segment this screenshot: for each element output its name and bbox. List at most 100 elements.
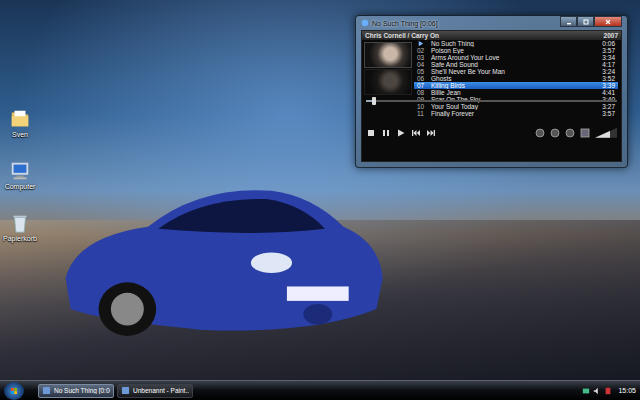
windows-logo-icon <box>9 386 19 396</box>
desktop-screen: Sven Computer Papierkorb No Such Thing [0:0… <box>0 0 640 400</box>
album-header: Chris Cornell / Carry On 2007 <box>362 31 621 40</box>
track-number: 10 <box>417 103 427 110</box>
track-time: 3:57 <box>602 110 615 117</box>
title-bar[interactable]: No Such Thing [0:06] <box>361 16 622 30</box>
stop-icon[interactable] <box>366 128 376 138</box>
track-title: Poison Eye <box>431 47 598 54</box>
track-time: 3:57 <box>602 47 615 54</box>
volume-fill <box>595 128 610 138</box>
album-art <box>364 42 412 68</box>
seek-track <box>366 100 617 102</box>
taskbar-buttons: No Such Thing [0:06] Unbenannt - Paint... <box>38 384 578 398</box>
maximize-icon <box>581 18 591 26</box>
desktop-icons: Sven Computer Papierkorb <box>2 108 38 242</box>
track-time: 3:27 <box>602 103 615 110</box>
clock: 15:05 <box>618 387 636 394</box>
track-row[interactable]: 10 Your Soul Today 3:27 <box>414 103 618 110</box>
player-content: No Such Thing0:0602 Poison Eye 3:57 03 Arms … <box>362 40 621 97</box>
shuffle-icon[interactable] <box>550 128 560 138</box>
track-title: Finally Forever <box>431 110 598 117</box>
track-number: 07 <box>417 82 427 89</box>
close-button[interactable] <box>594 16 622 27</box>
app-icon <box>361 19 369 27</box>
playlist-icon[interactable] <box>565 128 575 138</box>
pause-icon[interactable] <box>381 128 391 138</box>
seek-bar[interactable] <box>362 97 621 105</box>
album-art-reflection <box>364 69 412 95</box>
track-row[interactable]: 11 Finally Forever 3:57 <box>414 110 618 117</box>
desktop-icon-label: Sven <box>12 131 28 138</box>
taskbar-button[interactable]: No Such Thing [0:06] <box>38 384 114 398</box>
playlist: No Such Thing0:0602 Poison Eye 3:57 03 Arms … <box>414 40 621 97</box>
artist-album: Chris Cornell / Carry On <box>365 32 439 39</box>
volume-slider[interactable] <box>595 128 617 138</box>
desktop-icon[interactable]: Computer <box>2 160 38 190</box>
next-icon[interactable] <box>426 128 436 138</box>
desktop-icon-label: Computer <box>5 183 36 190</box>
window-buttons <box>560 16 622 27</box>
track-time: 3:34 <box>602 54 615 61</box>
track-number: 04 <box>417 61 427 68</box>
close-icon <box>603 18 613 26</box>
play-icon[interactable] <box>396 128 406 138</box>
track-row[interactable]: 05She'll Never Be Your Man3:24 <box>414 68 618 75</box>
track-title: Ghosts <box>431 75 598 82</box>
track-number: 02 <box>417 47 427 54</box>
recycle-bin-icon <box>9 212 31 234</box>
controls-bar <box>362 105 621 162</box>
track-row[interactable]: 02 Poison Eye 3:57 <box>414 47 618 54</box>
album-year: 2007 <box>604 32 618 39</box>
maximize-button[interactable] <box>577 16 594 27</box>
network-icon[interactable] <box>582 387 590 395</box>
track-row[interactable]: 04 Safe And Sound 4:17 <box>414 61 618 68</box>
player-window[interactable]: No Such Thing [0:06] Chris Cornell / Carr… <box>355 15 628 168</box>
track-number: 06 <box>417 75 427 82</box>
desktop-icon[interactable]: Papierkorb <box>2 212 38 242</box>
track-time: 4:41 <box>602 89 615 96</box>
start-button[interactable] <box>4 382 24 400</box>
album-art-column <box>362 40 414 97</box>
app-icon <box>42 386 51 395</box>
track-row[interactable]: 06Ghosts3:52 <box>414 75 618 82</box>
taskbar-button[interactable]: Unbenannt - Paint... <box>117 384 193 398</box>
track-row[interactable]: 03 Arms Around Your Love 3:34 <box>414 54 618 61</box>
app-icon <box>121 386 130 395</box>
taskbar-button-label: No Such Thing [0:06] <box>54 387 110 394</box>
now-playing-icon <box>417 40 424 47</box>
computer-icon <box>9 160 31 182</box>
track-row[interactable]: 07 Killing Birds 3:39 <box>414 82 618 89</box>
track-title: Arms Around Your Love <box>431 54 598 61</box>
track-title: No Such Thing <box>431 40 598 47</box>
track-time: 3:39 <box>602 82 615 89</box>
track-title: Your Soul Today <box>431 103 598 110</box>
security-icon[interactable] <box>604 387 612 395</box>
volume-icon[interactable] <box>593 387 601 395</box>
desktop-icon-label: Papierkorb <box>3 235 37 242</box>
folder-icon <box>9 108 31 130</box>
equalizer-icon[interactable] <box>580 128 590 138</box>
minimize-button[interactable] <box>560 16 577 27</box>
track-title: Billie Jean <box>431 89 598 96</box>
car-picture-icon <box>55 165 385 340</box>
track-number <box>417 40 427 47</box>
taskbar: No Such Thing [0:06] Unbenannt - Paint...… <box>0 380 640 400</box>
track-number: 03 <box>417 54 427 61</box>
track-number: 08 <box>417 89 427 96</box>
track-title: Safe And Sound <box>431 61 598 68</box>
track-row[interactable]: 08 Billie Jean 4:41 <box>414 89 618 96</box>
previous-icon[interactable] <box>411 128 421 138</box>
desktop: Sven Computer Papierkorb No Such Thing [0:0… <box>0 0 640 380</box>
taskbar-button-label: Unbenannt - Paint... <box>133 387 189 394</box>
desktop-icon[interactable]: Sven <box>2 108 38 138</box>
track-title: She'll Never Be Your Man <box>431 68 598 75</box>
player-body: Chris Cornell / Carry On2007No Such Thin… <box>361 30 622 162</box>
track-row[interactable]: No Such Thing0:06 <box>414 40 618 47</box>
track-time: 4:17 <box>602 61 615 68</box>
system-tray: 15:05 <box>582 387 636 395</box>
window-title: No Such Thing [0:06] <box>372 20 557 27</box>
seek-knob[interactable] <box>372 97 376 105</box>
track-number: 11 <box>417 110 427 117</box>
track-title: Killing Birds <box>431 82 598 89</box>
repeat-icon[interactable] <box>535 128 545 138</box>
track-time: 3:24 <box>602 68 615 75</box>
